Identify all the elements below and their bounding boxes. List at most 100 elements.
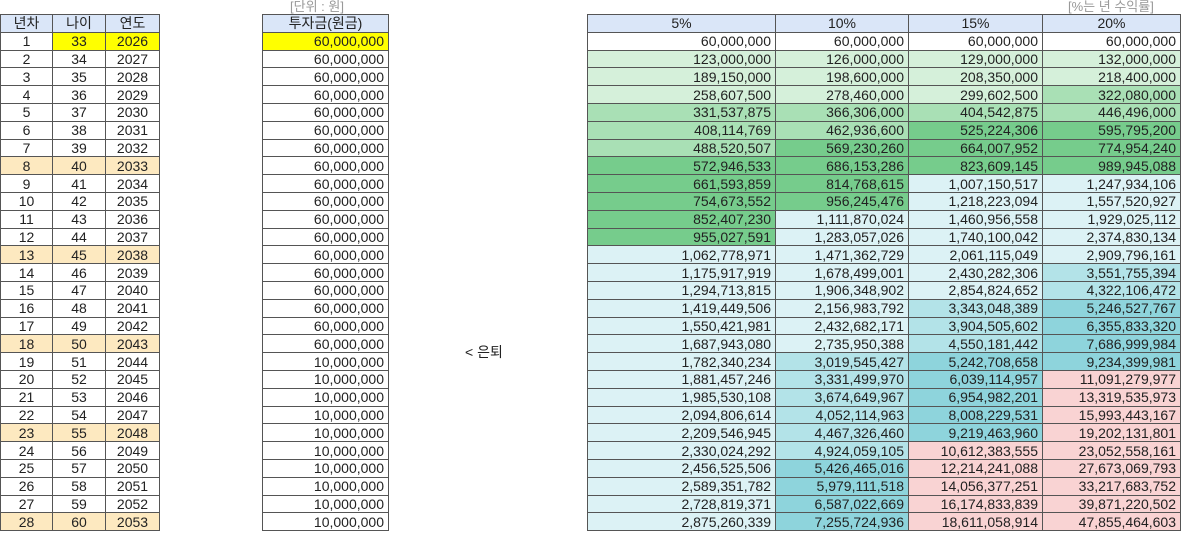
year-index-cell[interactable]: 3 <box>0 67 53 87</box>
balance-cell-10pct[interactable]: 814,768,615 <box>775 174 909 193</box>
investment-cell[interactable]: 10,000,000 <box>262 423 389 443</box>
age-cell[interactable]: 55 <box>52 423 106 443</box>
balance-cell-15pct[interactable]: 129,000,000 <box>908 49 1043 69</box>
age-cell[interactable]: 54 <box>52 405 106 425</box>
investment-cell[interactable]: 60,000,000 <box>262 49 389 69</box>
balance-cell-5pct[interactable]: 661,593,859 <box>587 174 776 193</box>
calendar-year-cell[interactable]: 2038 <box>105 245 160 265</box>
balance-cell-5pct[interactable]: 2,209,546,945 <box>587 423 776 443</box>
balance-cell-20pct[interactable]: 11,091,279,977 <box>1042 369 1181 389</box>
balance-cell-15pct[interactable]: 6,039,114,957 <box>908 369 1043 389</box>
balance-cell-5pct[interactable]: 2,589,351,782 <box>587 476 776 496</box>
age-cell[interactable]: 33 <box>52 31 106 51</box>
balance-cell-20pct[interactable]: 47,855,464,603 <box>1042 512 1181 532</box>
balance-cell-5pct[interactable]: 2,456,525,506 <box>587 458 776 478</box>
age-cell[interactable]: 59 <box>52 494 106 514</box>
balance-cell-5pct[interactable]: 2,875,260,339 <box>587 512 776 532</box>
balance-cell-5pct[interactable]: 408,114,769 <box>587 120 776 140</box>
investment-cell[interactable]: 10,000,000 <box>262 387 389 407</box>
year-index-cell[interactable]: 20 <box>0 369 53 389</box>
balance-cell-10pct[interactable]: 5,426,465,016 <box>775 458 909 478</box>
balance-cell-5pct[interactable]: 189,150,000 <box>587 67 776 87</box>
balance-cell-20pct[interactable]: 27,673,069,793 <box>1042 458 1181 478</box>
year-index-cell[interactable]: 26 <box>0 476 53 496</box>
balance-cell-15pct[interactable]: 60,000,000 <box>908 31 1043 51</box>
balance-cell-15pct[interactable]: 664,007,952 <box>908 138 1043 158</box>
balance-cell-20pct[interactable]: 6,355,833,320 <box>1042 316 1181 336</box>
balance-cell-5pct[interactable]: 1,782,340,234 <box>587 352 776 371</box>
balance-cell-20pct[interactable]: 446,496,000 <box>1042 102 1181 122</box>
year-index-cell[interactable]: 27 <box>0 494 53 514</box>
year-index-cell[interactable]: 24 <box>0 441 53 460</box>
year-index-cell[interactable]: 23 <box>0 423 53 443</box>
investment-cell[interactable]: 60,000,000 <box>262 298 389 318</box>
balance-cell-15pct[interactable]: 4,550,181,442 <box>908 334 1043 354</box>
investment-cell[interactable]: 10,000,000 <box>262 494 389 514</box>
age-cell[interactable]: 60 <box>52 512 106 532</box>
investment-cell[interactable]: 60,000,000 <box>262 138 389 158</box>
calendar-year-cell[interactable]: 2047 <box>105 405 160 425</box>
balance-cell-20pct[interactable]: 60,000,000 <box>1042 31 1181 51</box>
balance-cell-5pct[interactable]: 754,673,552 <box>587 191 776 211</box>
age-cell[interactable]: 42 <box>52 191 106 211</box>
year-index-cell[interactable]: 6 <box>0 120 53 140</box>
balance-cell-15pct[interactable]: 18,611,058,914 <box>908 512 1043 532</box>
header-rate-20[interactable]: 20% <box>1042 14 1181 33</box>
age-cell[interactable]: 48 <box>52 298 106 318</box>
balance-cell-10pct[interactable]: 1,678,499,001 <box>775 263 909 282</box>
balance-cell-5pct[interactable]: 1,062,778,971 <box>587 245 776 265</box>
age-cell[interactable]: 36 <box>52 85 106 104</box>
balance-cell-5pct[interactable]: 2,728,819,371 <box>587 494 776 514</box>
balance-cell-15pct[interactable]: 10,612,383,555 <box>908 441 1043 460</box>
header-investment[interactable]: 투자금(원금) <box>262 14 389 33</box>
balance-cell-20pct[interactable]: 39,871,220,502 <box>1042 494 1181 514</box>
calendar-year-cell[interactable]: 2028 <box>105 67 160 87</box>
balance-cell-20pct[interactable]: 595,795,200 <box>1042 120 1181 140</box>
investment-cell[interactable]: 60,000,000 <box>262 316 389 336</box>
balance-cell-5pct[interactable]: 1,419,449,506 <box>587 298 776 318</box>
balance-cell-15pct[interactable]: 208,350,000 <box>908 67 1043 87</box>
balance-cell-20pct[interactable]: 3,551,755,394 <box>1042 263 1181 282</box>
balance-cell-15pct[interactable]: 823,609,145 <box>908 156 1043 176</box>
year-index-cell[interactable]: 8 <box>0 156 53 176</box>
balance-cell-15pct[interactable]: 6,954,982,201 <box>908 387 1043 407</box>
year-index-cell[interactable]: 25 <box>0 458 53 478</box>
balance-cell-10pct[interactable]: 5,979,111,518 <box>775 476 909 496</box>
year-index-cell[interactable]: 18 <box>0 334 53 354</box>
balance-cell-5pct[interactable]: 1,175,917,919 <box>587 263 776 282</box>
year-index-cell[interactable]: 10 <box>0 191 53 211</box>
age-cell[interactable]: 45 <box>52 245 106 265</box>
year-index-cell[interactable]: 17 <box>0 316 53 336</box>
balance-cell-10pct[interactable]: 60,000,000 <box>775 31 909 51</box>
year-index-cell[interactable]: 9 <box>0 174 53 193</box>
header-year-index[interactable]: 년차 <box>0 14 53 33</box>
calendar-year-cell[interactable]: 2048 <box>105 423 160 443</box>
balance-cell-10pct[interactable]: 366,306,000 <box>775 102 909 122</box>
investment-cell[interactable]: 60,000,000 <box>262 191 389 211</box>
calendar-year-cell[interactable]: 2046 <box>105 387 160 407</box>
balance-cell-10pct[interactable]: 462,936,600 <box>775 120 909 140</box>
investment-cell[interactable]: 10,000,000 <box>262 476 389 496</box>
calendar-year-cell[interactable]: 2041 <box>105 298 160 318</box>
balance-cell-5pct[interactable]: 572,946,533 <box>587 156 776 176</box>
balance-cell-10pct[interactable]: 4,467,326,460 <box>775 423 909 443</box>
year-index-cell[interactable]: 11 <box>0 209 53 229</box>
balance-cell-10pct[interactable]: 126,000,000 <box>775 49 909 69</box>
year-index-cell[interactable]: 16 <box>0 298 53 318</box>
balance-cell-5pct[interactable]: 1,881,457,246 <box>587 369 776 389</box>
balance-cell-5pct[interactable]: 488,520,507 <box>587 138 776 158</box>
calendar-year-cell[interactable]: 2032 <box>105 138 160 158</box>
calendar-year-cell[interactable]: 2042 <box>105 316 160 336</box>
balance-cell-15pct[interactable]: 1,740,100,042 <box>908 227 1043 247</box>
calendar-year-cell[interactable]: 2049 <box>105 441 160 460</box>
balance-cell-20pct[interactable]: 218,400,000 <box>1042 67 1181 87</box>
age-cell[interactable]: 51 <box>52 352 106 371</box>
calendar-year-cell[interactable]: 2040 <box>105 280 160 300</box>
investment-cell[interactable]: 10,000,000 <box>262 512 389 532</box>
calendar-year-cell[interactable]: 2050 <box>105 458 160 478</box>
balance-cell-20pct[interactable]: 23,052,558,161 <box>1042 441 1181 460</box>
year-index-cell[interactable]: 21 <box>0 387 53 407</box>
age-cell[interactable]: 44 <box>52 227 106 247</box>
calendar-year-cell[interactable]: 2030 <box>105 102 160 122</box>
balance-cell-10pct[interactable]: 198,600,000 <box>775 67 909 87</box>
